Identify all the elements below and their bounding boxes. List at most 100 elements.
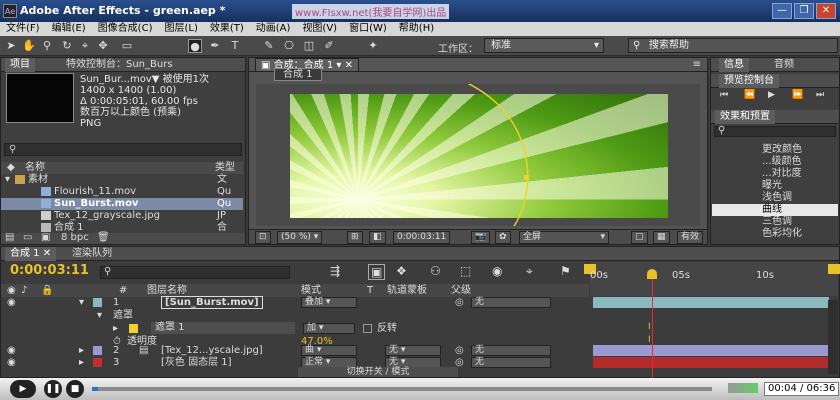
seek-track[interactable] bbox=[92, 387, 712, 391]
type-tool-icon[interactable]: T bbox=[228, 39, 242, 53]
motion-blur-icon[interactable]: ◉ bbox=[492, 264, 502, 278]
roto-brush-tool-icon[interactable]: ✐ bbox=[322, 39, 336, 53]
hide-shy-icon[interactable]: ⚇ bbox=[430, 264, 441, 278]
list-item[interactable]: Sun_Burst.mov Qu bbox=[1, 198, 243, 210]
snapshot-icon[interactable]: 📷 bbox=[471, 231, 491, 244]
effect-item-selected[interactable]: 曲线 bbox=[712, 204, 838, 216]
new-comp-icon[interactable]: ▣ bbox=[41, 232, 50, 243]
close-button[interactable]: ✕ bbox=[816, 3, 836, 19]
keyframe-marker[interactable]: I bbox=[648, 322, 651, 332]
effect-item[interactable]: ...对比度 bbox=[712, 168, 838, 180]
prev-frame-icon[interactable]: ⏪ bbox=[744, 90, 755, 100]
menu-help[interactable]: 帮助(H) bbox=[393, 22, 440, 36]
title-safe-icon[interactable]: ⊞ bbox=[347, 231, 363, 244]
timeline-current-time[interactable]: 0:00:03:11 bbox=[10, 263, 89, 278]
rectangle-mask-tool-icon[interactable]: ▭ bbox=[120, 39, 134, 53]
first-frame-icon[interactable]: ⏮ bbox=[720, 90, 728, 100]
footage-name[interactable]: Sun_Bur...mov▼ bbox=[80, 74, 159, 85]
layer-duration-bar[interactable] bbox=[593, 345, 829, 356]
menu-view[interactable]: 视图(V) bbox=[296, 22, 343, 36]
blend-mode-select[interactable]: 曲 ▾ bbox=[301, 345, 357, 356]
effect-item[interactable]: 浅色调 bbox=[712, 192, 838, 204]
mask-path-overlay[interactable] bbox=[256, 84, 700, 226]
project-search-input[interactable]: ⚲ bbox=[4, 143, 242, 156]
search-help-input[interactable]: ⚲ 搜索帮助 bbox=[628, 38, 838, 53]
blend-mode-select[interactable]: 叠加 ▾ bbox=[301, 297, 357, 308]
list-item[interactable]: Flourish_11.mov Qu bbox=[1, 186, 243, 198]
effect-item[interactable]: 三色调 bbox=[712, 216, 838, 228]
menu-effect[interactable]: 效果(T) bbox=[204, 22, 250, 36]
mask-group-row[interactable]: ▾ 遮罩 bbox=[1, 309, 589, 322]
eye-icon[interactable]: ◉ bbox=[7, 356, 16, 369]
pan-behind-tool-icon[interactable]: ✥ bbox=[96, 39, 110, 53]
eraser-tool-icon[interactable]: ◫ bbox=[302, 39, 316, 53]
camera-tool-icon[interactable]: ⌖ bbox=[78, 39, 92, 53]
ellipse-mask-tool-icon[interactable]: ● bbox=[188, 39, 202, 53]
trkmat-select[interactable]: 无 ▾ bbox=[385, 345, 441, 356]
mask-vertex[interactable] bbox=[524, 175, 529, 180]
tab-effects-presets[interactable]: 效果和预置 bbox=[715, 110, 775, 124]
draft-3d-icon[interactable]: ❖ bbox=[396, 264, 407, 278]
transparency-grid-icon[interactable]: ▦ bbox=[653, 231, 670, 244]
zoom-select[interactable]: (50 %) ▾ bbox=[277, 231, 323, 244]
frame-blending-icon[interactable]: ⬚ bbox=[460, 264, 471, 278]
resolution-select[interactable]: 全屏 ▾ bbox=[519, 231, 609, 244]
effect-item[interactable]: 更改颜色 bbox=[712, 144, 838, 156]
mask-row[interactable]: ▸ 遮罩 1 加 ▾ 反转 bbox=[1, 322, 589, 335]
clone-stamp-tool-icon[interactable]: ⎔ bbox=[282, 39, 296, 53]
tab-effect-controls[interactable]: 特效控制台：Sun_Burs bbox=[61, 58, 178, 72]
layer-duration-bar[interactable] bbox=[593, 297, 829, 308]
pause-icon[interactable]: ❚❚ bbox=[44, 380, 62, 398]
zoom-tool-icon[interactable]: ⚲ bbox=[40, 39, 54, 53]
volume-slider[interactable] bbox=[728, 383, 758, 393]
parent-select[interactable]: 无 bbox=[471, 345, 551, 356]
menu-window[interactable]: 窗口(W) bbox=[343, 22, 393, 36]
parent-select[interactable]: 无 bbox=[471, 297, 551, 308]
effects-search-input[interactable]: ⚲ bbox=[714, 125, 836, 137]
chevron-right-icon[interactable]: ▸ bbox=[113, 322, 118, 335]
menu-composition[interactable]: 图像合成(C) bbox=[92, 22, 159, 36]
interpret-footage-icon[interactable]: ▤ bbox=[5, 232, 14, 243]
next-frame-icon[interactable]: ⏩ bbox=[792, 90, 803, 100]
active-camera-select[interactable]: 有效 bbox=[677, 231, 704, 244]
trash-icon[interactable]: 🗑 bbox=[97, 232, 110, 243]
tab-audio[interactable]: 音频 bbox=[769, 58, 799, 72]
effect-item[interactable]: ...级颜色 bbox=[712, 156, 838, 168]
maximize-button[interactable]: ❐ bbox=[794, 3, 814, 19]
panel-menu-icon[interactable]: ≡ bbox=[693, 58, 701, 72]
layer-duration-bar[interactable] bbox=[593, 357, 829, 368]
region-of-interest-icon[interactable]: ▢ bbox=[631, 231, 648, 244]
show-channel-icon[interactable]: ✿ bbox=[495, 231, 511, 244]
timeline-scrollbar[interactable] bbox=[828, 300, 838, 374]
list-item[interactable]: Tex_12_grayscale.jpg JP bbox=[1, 210, 243, 222]
composition-subtab[interactable]: 合成 1 bbox=[274, 68, 322, 81]
chevron-down-icon[interactable]: ▾ bbox=[97, 309, 102, 322]
menu-file[interactable]: 文件(F) bbox=[0, 22, 46, 36]
toggle-switches-modes-button[interactable]: 切换开关 / 模式 bbox=[298, 367, 458, 377]
current-time-indicator-line[interactable] bbox=[652, 279, 653, 378]
live-update-icon[interactable]: ▣ bbox=[368, 264, 386, 280]
pen-tool-icon[interactable]: ✒ bbox=[208, 39, 222, 53]
menu-edit[interactable]: 编辑(E) bbox=[46, 22, 92, 36]
current-time-display[interactable]: 0:00:03:11 bbox=[393, 231, 451, 244]
current-time-indicator-head[interactable] bbox=[647, 269, 657, 279]
tab-preview[interactable]: 预览控制台 bbox=[719, 74, 779, 88]
workspace-select[interactable]: 标准 ▾ bbox=[484, 38, 604, 53]
bpc-label[interactable]: 8 bpc bbox=[61, 232, 89, 243]
time-ruler[interactable] bbox=[590, 262, 838, 296]
graph-editor-icon[interactable]: ⌖ bbox=[526, 264, 533, 279]
tab-project[interactable]: 项目 bbox=[5, 58, 35, 72]
mask-path[interactable] bbox=[451, 84, 529, 226]
last-frame-icon[interactable]: ⏭ bbox=[816, 90, 824, 100]
always-preview-icon[interactable]: ⊡ bbox=[255, 231, 271, 244]
layer-name[interactable]: [Sun_Burst.mov] bbox=[161, 296, 263, 309]
new-folder-icon[interactable]: ▭ bbox=[23, 232, 32, 243]
layer-color-label[interactable] bbox=[93, 298, 102, 307]
puppet-pin-tool-icon[interactable]: ✦ bbox=[366, 39, 380, 53]
menu-layer[interactable]: 图层(L) bbox=[158, 22, 203, 36]
stop-icon[interactable]: ■ bbox=[66, 380, 84, 398]
chevron-down-icon[interactable]: ▾ bbox=[5, 174, 10, 186]
rotate-tool-icon[interactable]: ↻ bbox=[60, 39, 74, 53]
hand-tool-icon[interactable]: ✋ bbox=[22, 39, 36, 53]
comp-mini-flowchart-icon[interactable]: ⇶ bbox=[330, 264, 340, 278]
